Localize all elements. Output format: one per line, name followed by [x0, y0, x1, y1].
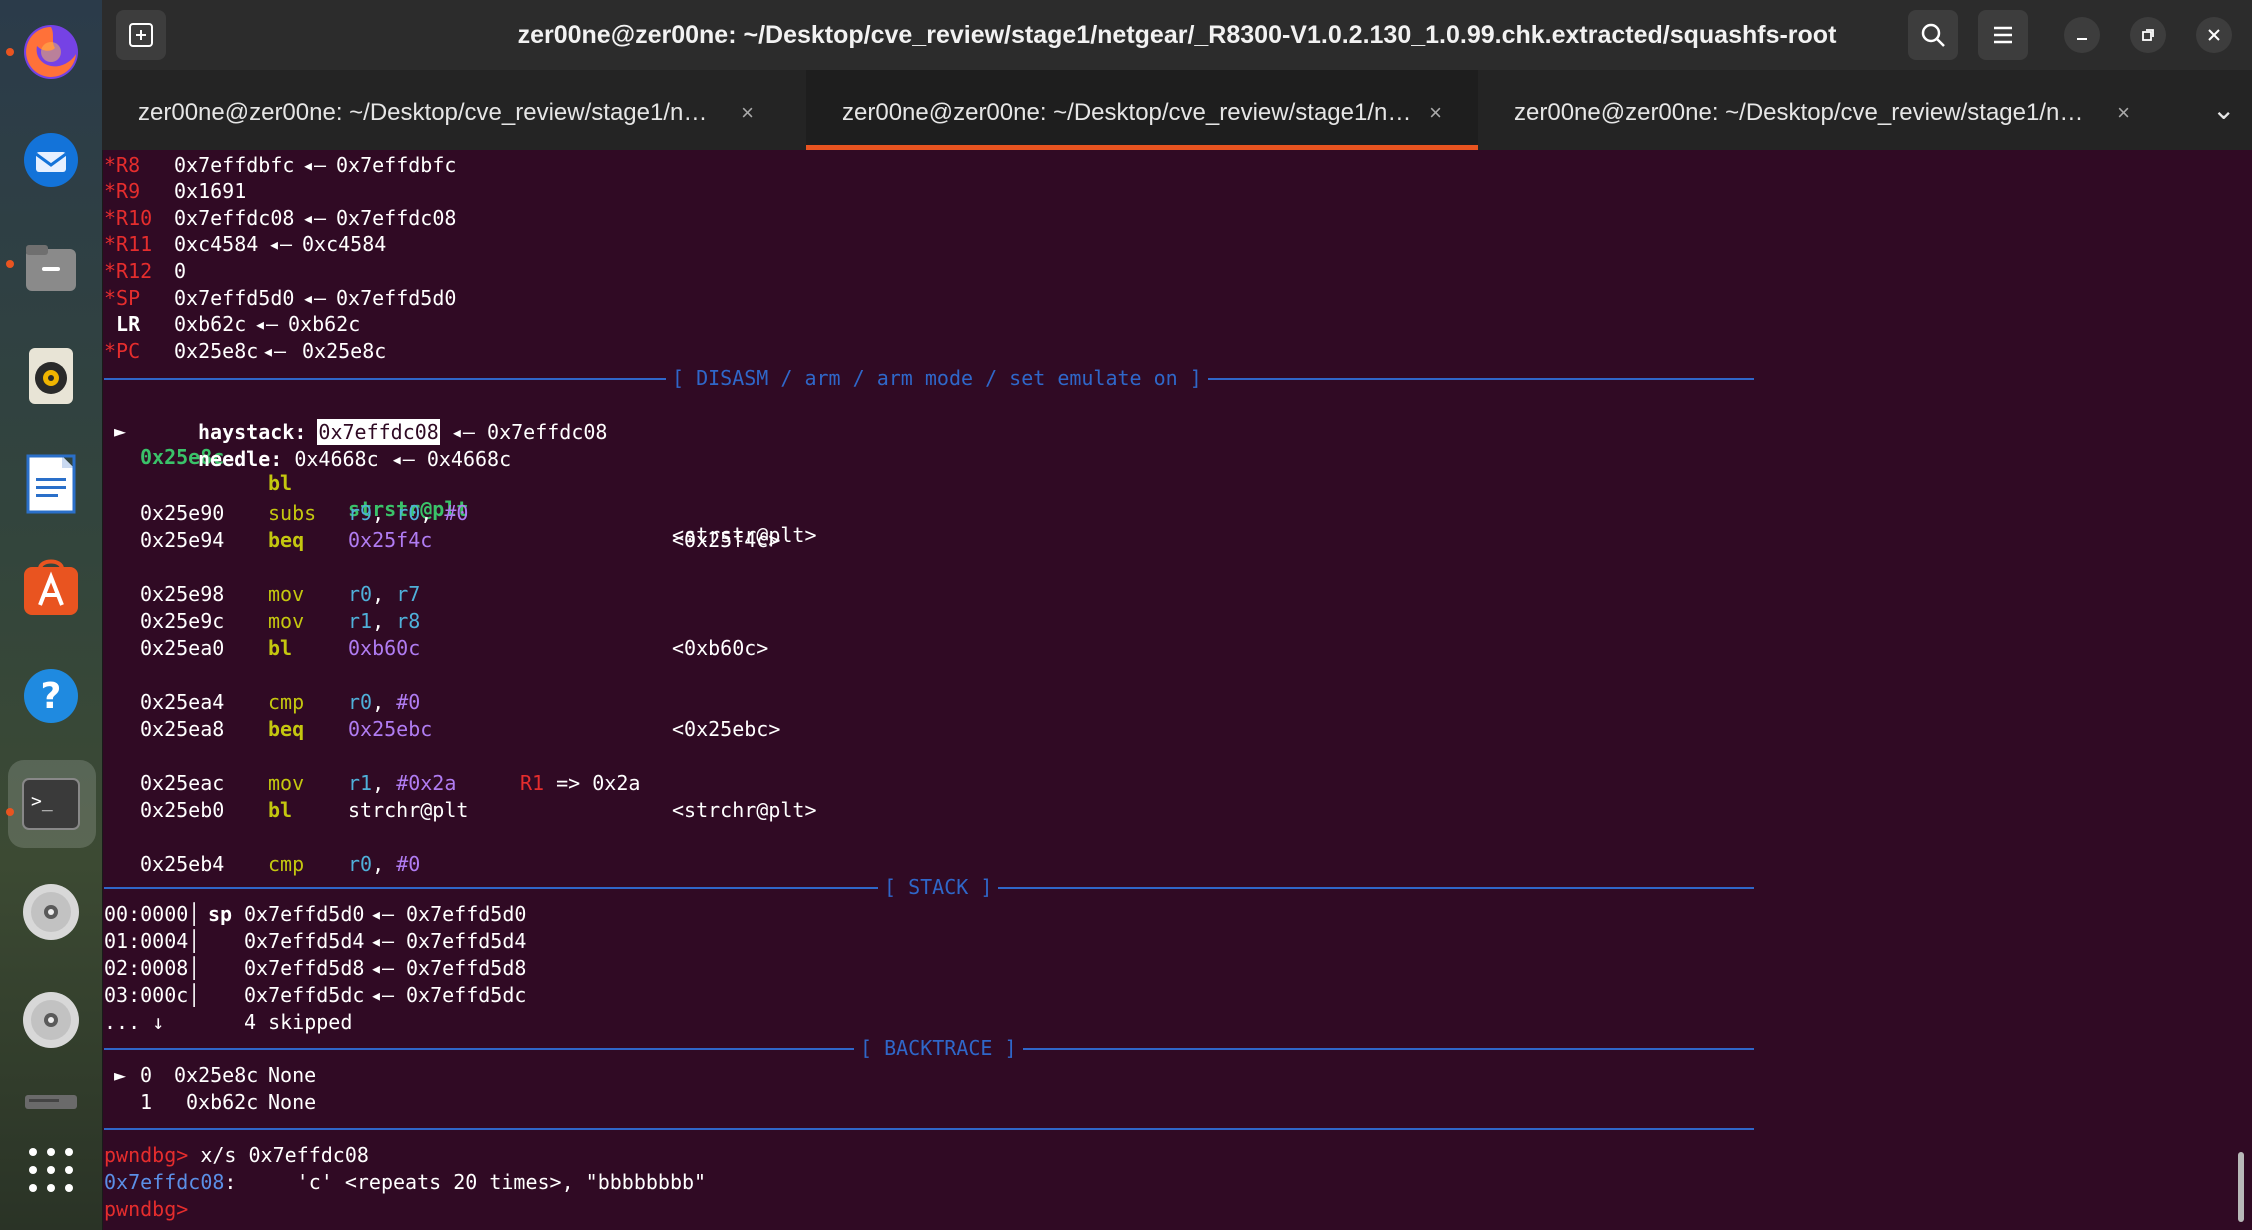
- backtrace-banner: [ BACKTRACE ]: [854, 1035, 1023, 1061]
- stack-row: 01:0004 │ 0x7effd5d4 ◂— 0x7effd5d4: [104, 929, 527, 953]
- console-prompt-line[interactable]: pwndbg>: [104, 1196, 200, 1222]
- disasm-banner: [ DISASM / arm / arm mode / set emulate …: [666, 365, 1208, 391]
- files-icon[interactable]: [19, 236, 83, 300]
- tab-label: zer00ne@zer00ne: ~/Desktop/cve_review/st…: [842, 99, 1412, 126]
- register-row: *R9 0x1691: [104, 179, 247, 203]
- terminal-output[interactable]: *R8 0x7effdbfc ◂— 0x7effdbfc *R9 0x1691 *R10…: [104, 150, 2234, 1230]
- tab-overflow-button[interactable]: ⌄: [2198, 70, 2252, 150]
- minimize-icon: [2077, 38, 2087, 40]
- console-command-line: pwndbg> x/s 0x7effdc08: [104, 1143, 369, 1167]
- thunderbird-icon[interactable]: [19, 128, 83, 192]
- search-icon: [1921, 23, 1945, 47]
- tab-terminal-3[interactable]: zer00ne@zer00ne: ~/Desktop/cve_review/st…: [1478, 70, 2166, 150]
- console-result-line: 0x7effdc08: 'c' <repeats 20 times>, "bbb…: [104, 1170, 707, 1194]
- tab-close-icon[interactable]: ×: [741, 70, 754, 156]
- ubuntu-dock: ? >_: [0, 0, 103, 1230]
- menu-button[interactable]: [1978, 10, 2028, 60]
- register-row: *R8 0x7effdbfc ◂— 0x7effdbfc: [104, 153, 457, 177]
- tab-label: zer00ne@zer00ne: ~/Desktop/cve_review/st…: [1514, 99, 2084, 126]
- window-titlebar: zer00ne@zer00ne: ~/Desktop/cve_review/st…: [102, 0, 2252, 70]
- context-end-rule: [104, 1128, 1754, 1130]
- close-icon: [2208, 29, 2220, 41]
- show-apps-icon[interactable]: [19, 1138, 83, 1202]
- firefox-icon[interactable]: [19, 20, 83, 84]
- stack-row: 02:0008 │ 0x7effd5d8 ◂— 0x7effd5d8: [104, 956, 527, 980]
- svg-text:>_: >_: [31, 791, 53, 812]
- register-row: *R10 0x7effdc08 ◂— 0x7effdc08: [104, 206, 457, 230]
- restore-icon: [2142, 29, 2154, 41]
- tab-close-icon[interactable]: ×: [1429, 70, 1442, 156]
- disasm-arg-needle: needle: 0x4668c ◂— 0x4668c: [198, 447, 512, 471]
- disc-icon[interactable]: [19, 988, 83, 1052]
- minimize-button[interactable]: [2064, 17, 2100, 53]
- tab-label: zer00ne@zer00ne: ~/Desktop/cve_review/st…: [138, 99, 708, 126]
- app-center-icon[interactable]: [19, 556, 83, 620]
- tab-bar: zer00ne@zer00ne: ~/Desktop/cve_review/st…: [102, 70, 2252, 150]
- stack-row: 00:0000 │ sp 0x7effd5d0 ◂— 0x7effd5d0: [104, 902, 527, 926]
- search-button[interactable]: [1908, 10, 1958, 60]
- svg-text:?: ?: [41, 676, 62, 717]
- disasm-current-row: ► 0x25e8c bl strstr@plt <strstr@plt>: [114, 419, 817, 547]
- tab-terminal-1[interactable]: zer00ne@zer00ne: ~/Desktop/cve_review/st…: [102, 70, 790, 150]
- register-row: *SP 0x7effd5d0 ◂— 0x7effd5d0: [104, 286, 457, 310]
- hamburger-icon: [1994, 26, 2012, 44]
- running-indicator: [6, 48, 14, 56]
- register-row: *PC 0x25e8c ◂— 0x25e8c: [104, 339, 387, 363]
- disasm-arg-haystack: haystack: 0x7effdc08 ◂— 0x7effdc08: [198, 419, 608, 445]
- rhythmbox-icon[interactable]: [19, 344, 83, 408]
- register-row: *R11 0xc4584 ◂— 0xc4584: [104, 232, 387, 256]
- selected-text: 0x7effdc08: [317, 419, 440, 445]
- terminal-icon[interactable]: >_: [19, 772, 83, 836]
- drive-icon[interactable]: [19, 1086, 83, 1116]
- running-indicator: [6, 260, 14, 268]
- register-row: *R12 0: [104, 259, 187, 283]
- libreoffice-writer-icon[interactable]: [19, 452, 83, 516]
- stack-row: 03:000c │ 0x7effd5dc ◂— 0x7effd5dc: [104, 983, 527, 1007]
- running-indicator: [6, 808, 14, 816]
- register-row: LR 0xb62c ◂— 0xb62c: [116, 312, 361, 336]
- chevron-down-icon: ⌄: [2212, 94, 2236, 125]
- terminal-scrollbar[interactable]: [2238, 1152, 2244, 1222]
- stack-skipped: ... ↓ 4 skipped: [104, 1010, 353, 1034]
- restore-button[interactable]: [2130, 17, 2166, 53]
- close-window-button[interactable]: [2196, 17, 2232, 53]
- help-icon[interactable]: ?: [19, 664, 83, 728]
- tab-close-icon[interactable]: ×: [2117, 70, 2130, 156]
- disc-icon[interactable]: [19, 880, 83, 944]
- stack-banner: [ STACK ]: [878, 874, 999, 900]
- tab-terminal-2[interactable]: zer00ne@zer00ne: ~/Desktop/cve_review/st…: [806, 70, 1478, 150]
